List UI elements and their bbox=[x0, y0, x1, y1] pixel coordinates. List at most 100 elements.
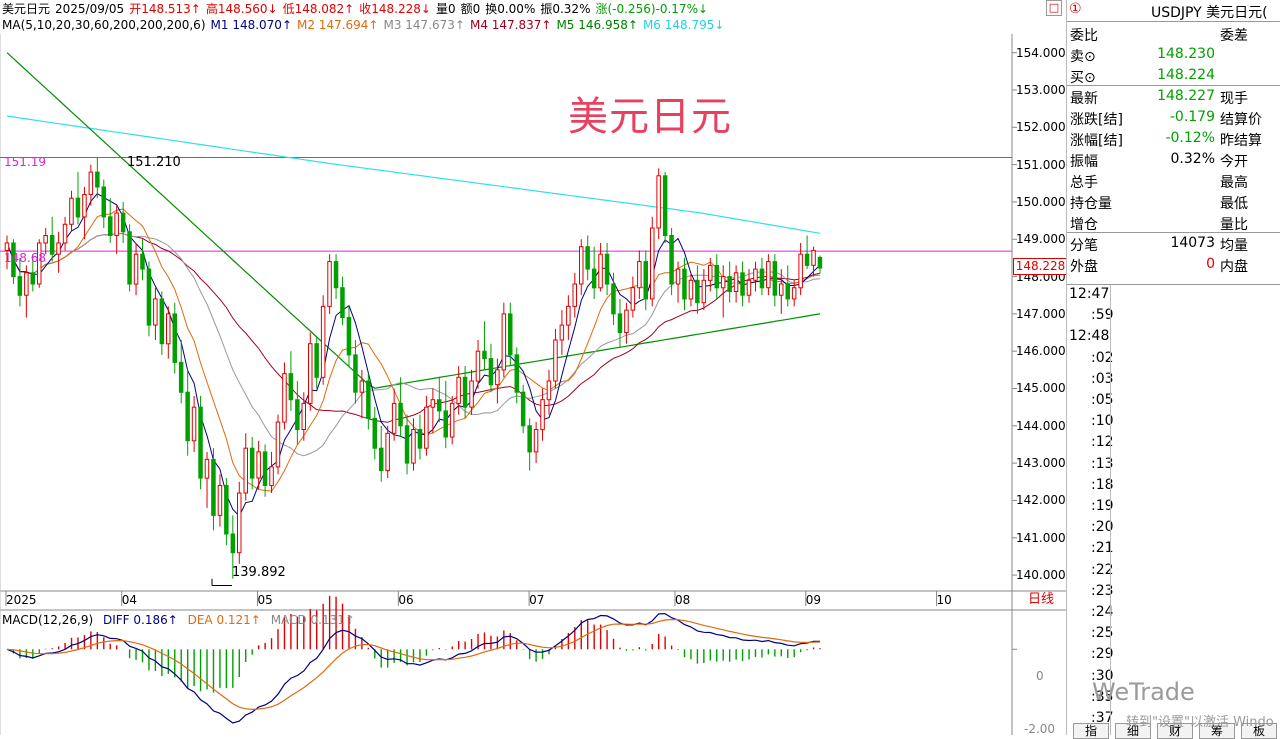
candle-body bbox=[675, 268, 681, 285]
restore-window-icon[interactable]: □ bbox=[1046, 0, 1062, 16]
candle-body bbox=[269, 466, 274, 487]
candle-body bbox=[120, 212, 126, 233]
candle-body bbox=[617, 313, 623, 334]
price-axis-tick: 153.000 bbox=[1016, 82, 1066, 97]
candle-body bbox=[127, 231, 132, 285]
macd-dea-line bbox=[6, 618, 821, 711]
candle-body bbox=[630, 287, 636, 311]
candle-body bbox=[320, 305, 326, 378]
candle-body bbox=[579, 246, 584, 285]
price-axis-tick: 142.000 bbox=[1016, 493, 1066, 508]
symbol-title: USDJPY 美元日元( bbox=[1151, 5, 1268, 21]
ma-legend: MA(5,10,20,30,60,200,200,200,6) M1 148.07… bbox=[2, 18, 729, 32]
candle-body bbox=[88, 171, 94, 196]
candle-body bbox=[695, 279, 700, 304]
candle-body bbox=[204, 458, 210, 479]
candle-body bbox=[546, 380, 552, 401]
candle-body bbox=[308, 343, 313, 404]
quote-row-label: 最新 bbox=[1070, 91, 1098, 107]
price-axis-tick: 152.000 bbox=[1016, 120, 1066, 135]
period-daily-button[interactable]: 日线 bbox=[1018, 592, 1064, 608]
line1-item: 收148.228↓ bbox=[359, 2, 431, 16]
candle-body bbox=[372, 417, 377, 449]
candle-body bbox=[133, 253, 139, 285]
candle-body bbox=[95, 171, 100, 188]
date-axis-label: 06 bbox=[398, 593, 414, 607]
price-axis-tick: 149.000 bbox=[1016, 232, 1066, 247]
price-axis-tick: 150.000 bbox=[1016, 194, 1066, 209]
candle-body bbox=[62, 223, 68, 244]
candle-body bbox=[598, 253, 603, 289]
tick-time: 12:48 bbox=[1069, 328, 1110, 345]
candle-body bbox=[385, 432, 390, 472]
quote-row: 振幅 0.32% 今开 bbox=[1067, 149, 1280, 170]
candle-body bbox=[249, 447, 255, 479]
candle-body bbox=[488, 358, 494, 386]
lower-level-label: 148.68 bbox=[4, 251, 46, 265]
quote-row-label2: 内盘 bbox=[1220, 259, 1248, 275]
price-axis-tick: 145.000 bbox=[1016, 381, 1066, 396]
macd-dea: DEA 0.121↑ bbox=[187, 613, 261, 627]
line2-item: M5 146.958↑ bbox=[556, 18, 638, 32]
candle-body bbox=[333, 261, 339, 289]
watermark-logo: WeTrade bbox=[1092, 678, 1195, 706]
price-axis-tick: 146.000 bbox=[1016, 344, 1066, 359]
quote-row-label: 涨幅[结] bbox=[1070, 133, 1123, 149]
line1-item: 涨(-0.256)-0.17%↓ bbox=[595, 2, 709, 16]
candle-body bbox=[798, 253, 803, 289]
macd-diff-line bbox=[6, 613, 821, 724]
line2-item: M1 148.070↑ bbox=[210, 18, 292, 32]
candle-body bbox=[230, 533, 236, 554]
candle-body bbox=[656, 175, 661, 229]
quote-row: 增仓 量比 bbox=[1067, 212, 1280, 233]
price-axis-tick: 141.000 bbox=[1016, 530, 1066, 545]
quote-panel: ① USDJPY 美元日元( 委比 委差 卖⊙ 148.230 买⊙ 148.224 最新 1… bbox=[1066, 0, 1280, 739]
quote-row-label2: 均量 bbox=[1220, 238, 1248, 254]
quote-row-label2: 结算价 bbox=[1220, 112, 1262, 128]
candle-body bbox=[217, 485, 223, 516]
candle-body bbox=[624, 309, 629, 334]
quote-row-label: 卖⊙ bbox=[1070, 49, 1096, 65]
candle-body bbox=[153, 298, 158, 326]
info-badge-icon[interactable]: ① bbox=[1069, 1, 1082, 17]
candle-body bbox=[140, 253, 145, 270]
candle-body bbox=[404, 425, 410, 464]
macd-legend: MACD(12,26,9) DIFF 0.186↑ DEA 0.121↑ MAC… bbox=[2, 613, 355, 627]
candle-body bbox=[585, 246, 590, 270]
candle-body bbox=[611, 283, 616, 315]
quote-row: 持仓量 最低 bbox=[1067, 191, 1280, 212]
candle-body bbox=[443, 410, 448, 438]
candle-body bbox=[366, 380, 371, 419]
candle-body bbox=[56, 242, 61, 255]
current-price-tag: 148.228 bbox=[1013, 258, 1068, 275]
panel-tab[interactable]: 指 bbox=[1073, 723, 1109, 739]
candle-body bbox=[437, 399, 442, 412]
candle-body bbox=[669, 235, 674, 285]
trading-app-window: { "header": { "line1": [ {"text": "美元日元"… bbox=[0, 0, 1280, 739]
quote-row-label: 持仓量 bbox=[1070, 196, 1112, 212]
candle-body bbox=[559, 324, 565, 341]
quote-row-label2: 今开 bbox=[1220, 154, 1248, 170]
candle-body bbox=[701, 279, 707, 304]
candle-body bbox=[662, 175, 668, 237]
candle-body bbox=[720, 276, 726, 289]
price-axis-tick: 140.000 bbox=[1016, 568, 1066, 583]
line1-item: 开148.513↑ bbox=[129, 2, 201, 16]
quote-row-label: 振幅 bbox=[1070, 154, 1098, 170]
candle-body bbox=[275, 421, 281, 468]
candlestick-chart[interactable] bbox=[0, 34, 1066, 735]
line2-item: M6 148.795↓ bbox=[642, 18, 725, 32]
line1-item: 低148.082↑ bbox=[282, 2, 355, 16]
candle-body bbox=[482, 350, 487, 360]
candle-body bbox=[553, 339, 558, 382]
quote-row-value: 148.227 bbox=[1157, 88, 1215, 104]
candle-body bbox=[211, 458, 216, 516]
date-axis-label: 09 bbox=[805, 593, 822, 607]
candle-body bbox=[604, 253, 610, 285]
candle-body bbox=[572, 283, 577, 307]
tick-time: 12:47 bbox=[1069, 286, 1110, 302]
quote-row-label2: 最低 bbox=[1220, 196, 1248, 212]
quote-row-value: 0 bbox=[1206, 256, 1215, 272]
date-axis-label: 05 bbox=[257, 593, 273, 607]
price-axis-tick: 151.000 bbox=[1016, 157, 1066, 172]
